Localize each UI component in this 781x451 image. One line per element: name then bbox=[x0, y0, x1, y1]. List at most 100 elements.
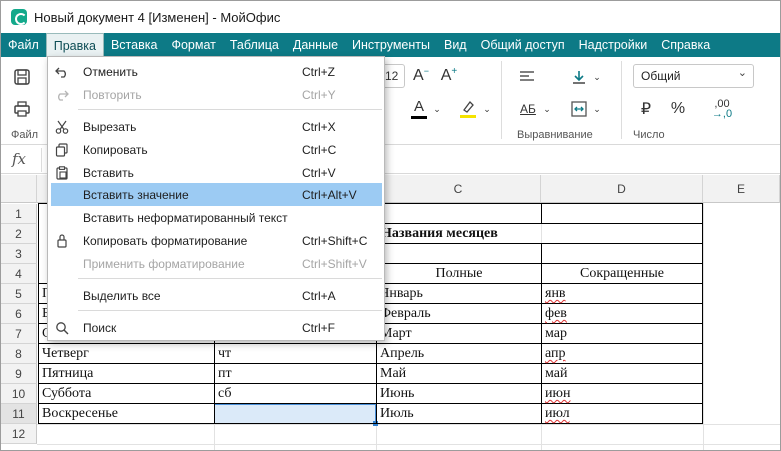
increase-font-icon[interactable]: A + bbox=[437, 64, 461, 88]
cell-d10[interactable]: июн bbox=[542, 384, 702, 404]
text-color-icon[interactable]: A bbox=[405, 97, 433, 121]
row-header[interactable]: 9 bbox=[1, 364, 37, 384]
menu-item-apply-formatting[interactable]: Применить форматирование Ctrl+Shift+V bbox=[51, 252, 382, 275]
menu-separator bbox=[78, 109, 382, 110]
merge-cells-icon[interactable] bbox=[567, 97, 591, 121]
menu-file[interactable]: Файл bbox=[1, 33, 46, 57]
menu-separator bbox=[78, 310, 382, 311]
decrease-font-icon[interactable]: A − bbox=[409, 64, 433, 88]
cell-d5[interactable]: янв bbox=[542, 284, 702, 304]
cell-d7[interactable]: мар bbox=[542, 324, 702, 344]
menu-insert[interactable]: Вставка bbox=[104, 33, 164, 57]
save-icon[interactable] bbox=[9, 65, 35, 89]
menu-view[interactable]: Вид bbox=[437, 33, 474, 57]
cell-a10[interactable]: Суббота bbox=[39, 384, 214, 404]
font-size-field[interactable]: 12 bbox=[385, 64, 405, 88]
cell-b8[interactable]: чт bbox=[215, 344, 376, 364]
menu-help[interactable]: Справка bbox=[654, 33, 717, 57]
cell-a11[interactable]: Воскресенье bbox=[39, 404, 214, 424]
menu-data[interactable]: Данные bbox=[286, 33, 345, 57]
cell-d8-text: апр bbox=[545, 346, 566, 361]
menu-item-shortcut: Ctrl+Z bbox=[302, 64, 335, 79]
menu-item-undo[interactable]: Отменить Ctrl+Z bbox=[51, 60, 382, 83]
cell-c9[interactable]: Май bbox=[377, 364, 541, 384]
align-left-icon[interactable] bbox=[515, 65, 539, 89]
text-wrap-chevron-icon[interactable]: ⌄ bbox=[541, 97, 553, 121]
cell-a8[interactable]: Четверг bbox=[39, 344, 214, 364]
cell-c8[interactable]: Апрель bbox=[377, 344, 541, 364]
row-header[interactable]: 6 bbox=[1, 304, 37, 324]
selected-cell-b11[interactable] bbox=[214, 404, 376, 424]
menu-sharing[interactable]: Общий доступ bbox=[474, 33, 572, 57]
cell-c4[interactable]: Полные bbox=[377, 264, 541, 284]
cell-a9[interactable]: Пятница bbox=[39, 364, 214, 384]
align-bottom-icon[interactable] bbox=[567, 65, 591, 89]
menu-edit[interactable]: Правка bbox=[45, 33, 104, 57]
menu-item-label: Отменить bbox=[83, 64, 138, 79]
menu-item-shortcut: Ctrl+Alt+V bbox=[302, 187, 357, 202]
merge-cells-chevron-icon[interactable]: ⌄ bbox=[591, 97, 603, 121]
cell-b9[interactable]: пт bbox=[215, 364, 376, 384]
menu-separator bbox=[78, 278, 382, 279]
cell-c10[interactable]: Июнь bbox=[377, 384, 541, 404]
cell-d6[interactable]: фев bbox=[542, 304, 702, 324]
menu-addons[interactable]: Надстройки bbox=[572, 33, 655, 57]
app-logo-icon bbox=[11, 9, 27, 25]
cell-c2[interactable]: Названия месяцев bbox=[377, 224, 703, 244]
align-bottom-chevron-icon[interactable]: ⌄ bbox=[591, 65, 603, 89]
menu-item-redo[interactable]: Повторить Ctrl+Y bbox=[51, 83, 382, 106]
number-format-select[interactable]: Общий ⌄ bbox=[633, 64, 754, 88]
group-label-number: Число bbox=[633, 129, 665, 141]
menu-item-paste[interactable]: Вставить Ctrl+V bbox=[51, 161, 382, 184]
cell-d9[interactable]: май bbox=[542, 364, 702, 384]
decimal-format-icon[interactable]: ,00 →,0 bbox=[705, 97, 739, 121]
cell-d4[interactable]: Сокращенные bbox=[542, 264, 702, 284]
grid-corner[interactable] bbox=[1, 175, 37, 203]
menu-format[interactable]: Формат bbox=[164, 33, 222, 57]
undo-icon bbox=[54, 64, 70, 80]
cell-d6-text: фев bbox=[545, 306, 567, 321]
highlight-color-chevron-icon[interactable]: ⌄ bbox=[481, 97, 493, 121]
cell-b10[interactable]: сб bbox=[215, 384, 376, 404]
row-header[interactable]: 2 bbox=[1, 224, 37, 244]
cell-c5[interactable]: Январь bbox=[377, 284, 541, 304]
column-header-c[interactable]: C bbox=[376, 175, 541, 203]
cell-c7[interactable]: Март bbox=[377, 324, 541, 344]
number-format-value: Общий bbox=[641, 69, 681, 83]
menu-table[interactable]: Таблица bbox=[223, 33, 286, 57]
menu-item-paste-unformatted[interactable]: Вставить неформатированный текст bbox=[51, 206, 382, 229]
menu-item-shortcut: Ctrl+Shift+V bbox=[302, 256, 367, 271]
highlight-color-icon[interactable] bbox=[455, 97, 481, 121]
row-header[interactable]: 7 bbox=[1, 324, 37, 344]
menu-item-search[interactable]: Поиск Ctrl+F bbox=[51, 316, 382, 339]
fx-icon[interactable]: fx bbox=[12, 150, 26, 168]
percent-format-icon[interactable]: % bbox=[665, 97, 691, 121]
menu-item-copy[interactable]: Копировать Ctrl+C bbox=[51, 138, 382, 161]
cell-d11[interactable]: июл bbox=[542, 404, 702, 424]
row-header[interactable]: 12 bbox=[1, 424, 37, 444]
cell-c11[interactable]: Июль bbox=[377, 404, 541, 424]
row-header[interactable]: 8 bbox=[1, 344, 37, 364]
menu-item-cut[interactable]: Вырезать Ctrl+X bbox=[51, 115, 382, 138]
copy-icon bbox=[54, 142, 70, 158]
menu-tools[interactable]: Инструменты bbox=[345, 33, 437, 57]
text-color-chevron-icon[interactable]: ⌄ bbox=[431, 97, 443, 121]
row-header[interactable]: 10 bbox=[1, 384, 37, 404]
currency-format-icon[interactable]: ₽ bbox=[633, 97, 659, 121]
row-header[interactable]: 11 bbox=[1, 404, 37, 424]
column-header-d[interactable]: D bbox=[541, 175, 703, 203]
menu-item-select-all[interactable]: Выделить все Ctrl+A bbox=[51, 284, 382, 307]
paste-icon bbox=[54, 165, 70, 181]
print-icon[interactable] bbox=[9, 97, 35, 121]
menu-item-copy-formatting[interactable]: Копировать форматирование Ctrl+Shift+C bbox=[51, 229, 382, 252]
cell-d10-text: июн bbox=[545, 386, 571, 401]
cell-d8[interactable]: апр bbox=[542, 344, 702, 364]
row-header[interactable]: 5 bbox=[1, 284, 37, 304]
menu-item-paste-value[interactable]: Вставить значение Ctrl+Alt+V bbox=[51, 183, 382, 206]
row-header[interactable]: 1 bbox=[1, 204, 37, 224]
column-header-e[interactable]: E bbox=[703, 175, 780, 203]
cell-c6[interactable]: Февраль bbox=[377, 304, 541, 324]
text-wrap-icon[interactable]: АБ bbox=[515, 97, 541, 121]
row-header[interactable]: 4 bbox=[1, 264, 37, 284]
row-header[interactable]: 3 bbox=[1, 244, 37, 264]
